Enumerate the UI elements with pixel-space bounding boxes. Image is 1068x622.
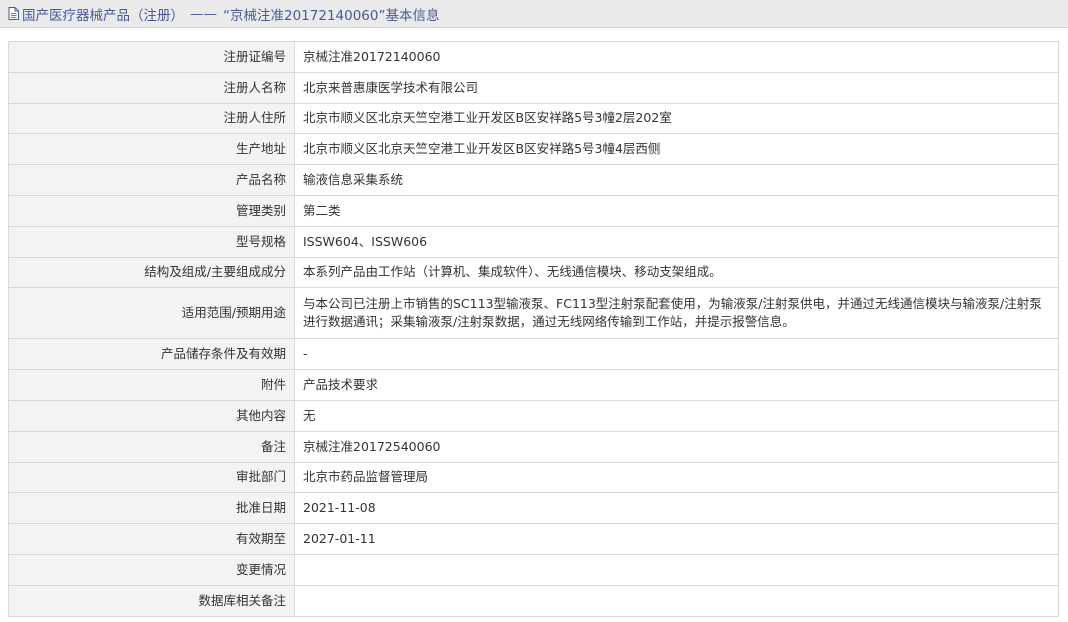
row-value: 第二类 [294,194,1059,227]
row-label: 变更情况 [8,553,295,586]
row-label: 数据库相关备注 [8,584,295,617]
document-icon [8,7,19,20]
table-row: 其他内容无 [8,399,1059,432]
row-value: - [294,338,1059,371]
table-row: 型号规格 ISSW604、ISSW606 [8,225,1059,258]
row-value: 与本公司已注册上市销售的SC113型输液泵、FC113型注射泵配套使用，为输液泵… [294,287,1059,340]
row-label: 注册证编号 [8,41,295,73]
table-row: 产品名称 输液信息采集系统 [8,164,1059,196]
row-value: 京械注准20172540060 [294,430,1059,463]
row-label: 附件 [8,369,295,401]
table-row: 注册证编号 京械注准20172140060 [8,41,1059,73]
table-row: 结构及组成/主要组成成分 本系列产品由工作站（计算机、集成软件）、无线通信模块、移… [8,256,1059,289]
row-label: 产品储存条件及有效期 [8,338,295,371]
header-title: “京械注准20172140060”基本信息 [223,7,440,24]
row-value: 北京来普惠康医学技术有限公司 [294,71,1059,104]
row-label: 批准日期 [8,492,295,525]
table-row: 数据库相关备注 [8,584,1059,617]
row-label: 其他内容 [8,399,295,432]
page-header: 国产医疗器械产品（注册） —— “京械注准20172140060”基本信息 [0,0,1068,28]
row-value: 无 [294,399,1059,432]
row-value: 北京市顺义区北京天竺空港工业开发区B区安祥路5号3幢2层202室 [294,102,1059,135]
row-value [294,553,1059,586]
row-label: 产品名称 [8,164,295,196]
table-row: 批准日期 2021-11-08 [8,492,1059,525]
table-row: 附件 产品技术要求 [8,369,1059,401]
table-row: 注册人名称 北京来普惠康医学技术有限公司 [8,71,1059,104]
table-row: 生产地址 北京市顺义区北京天竺空港工业开发区B区安祥路5号3幢4层西侧 [8,133,1059,166]
row-value: 北京市顺义区北京天竺空港工业开发区B区安祥路5号3幢4层西侧 [294,133,1059,166]
table-row: 变更情况 [8,553,1059,586]
table-row: 产品储存条件及有效期 - [8,338,1059,371]
table-row: 有效期至 2027-01-11 [8,523,1059,555]
row-label: 注册人住所 [8,102,295,135]
row-label: 注册人名称 [8,71,295,104]
row-label: 结构及组成/主要组成成分 [8,256,295,289]
table-row: 审批部门 北京市药品监督管理局 [8,461,1059,494]
row-value: 输液信息采集系统 [294,164,1059,196]
info-table: 注册证编号 京械注准20172140060 注册人名称 北京来普惠康医学技术有限公司… [8,41,1059,617]
row-value: 2027-01-11 [294,523,1059,555]
row-label: 型号规格 [8,225,295,258]
table-row: 注册人住所 北京市顺义区北京天竺空港工业开发区B区安祥路5号3幢2层202室 [8,102,1059,135]
table-row: 管理类别 第二类 [8,194,1059,227]
row-value: 本系列产品由工作站（计算机、集成软件）、无线通信模块、移动支架组成。 [294,256,1059,289]
table-row: 适用范围/预期用途 与本公司已注册上市销售的SC113型输液泵、FC113型注射泵… [8,287,1059,340]
row-value: 京械注准20172140060 [294,41,1059,73]
table-row: 备注 京械注准20172540060 [8,430,1059,463]
row-value: ISSW604、ISSW606 [294,225,1059,258]
header-category: 国产医疗器械产品（注册） [22,7,184,24]
row-value: 北京市药品监督管理局 [294,461,1059,494]
row-value: 产品技术要求 [294,369,1059,401]
row-label: 生产地址 [8,133,295,166]
row-label: 有效期至 [8,523,295,555]
row-label: 适用范围/预期用途 [8,287,295,340]
header-separator: —— [190,5,217,22]
row-label: 备注 [8,430,295,463]
row-label: 审批部门 [8,461,295,494]
row-value [294,584,1059,617]
row-label: 管理类别 [8,194,295,227]
row-value: 2021-11-08 [294,492,1059,525]
